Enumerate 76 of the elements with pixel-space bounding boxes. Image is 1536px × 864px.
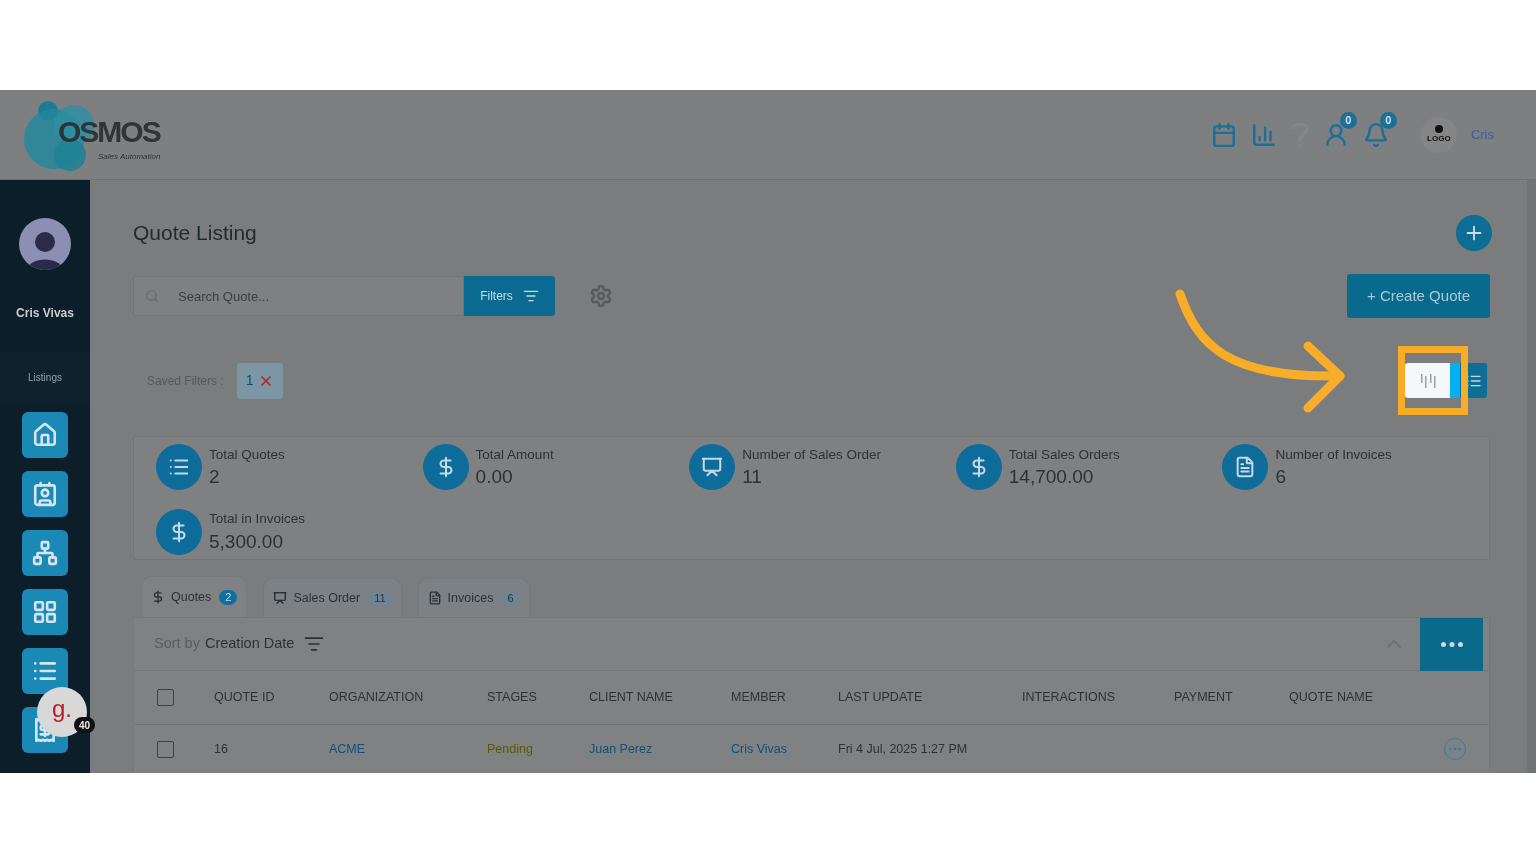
search-icon xyxy=(145,289,159,304)
chart-board-icon xyxy=(273,591,288,605)
column-header: CLIENT NAME xyxy=(589,689,674,707)
count-badge: 2 xyxy=(219,589,238,605)
search-field[interactable]: Search Quote... xyxy=(133,276,464,317)
sort-icon[interactable] xyxy=(304,634,325,654)
sitemap-icon xyxy=(32,540,58,566)
saved-filter-chip[interactable]: 1 xyxy=(236,362,283,399)
column-header: QUOTE ID xyxy=(214,689,276,707)
count-badge: 0 xyxy=(1339,111,1357,129)
count-badge: 6 xyxy=(501,590,520,606)
sidebar-nav-button[interactable] xyxy=(22,530,68,576)
stat-label: Total Sales Orders xyxy=(1008,446,1120,465)
column-header: PAYMENT xyxy=(1174,689,1234,707)
avatar-silhouette xyxy=(19,218,71,270)
column-header: STAGES xyxy=(487,689,538,707)
count-badge: 11 xyxy=(368,590,392,606)
document-icon xyxy=(427,591,442,605)
stat-label: Total Quotes xyxy=(209,446,285,465)
tab[interactable]: Invoices 6 xyxy=(417,578,530,617)
tab[interactable]: Quotes 2 xyxy=(141,576,248,617)
widget-logo-text: g. xyxy=(52,697,72,721)
sidebar-user-name: Cris Vivas xyxy=(16,305,74,322)
create-quote-button[interactable]: + Create Quote xyxy=(1347,274,1490,319)
stat-label: Number of Sales Order xyxy=(742,446,881,465)
stat-value: 2 xyxy=(209,465,221,490)
organization-link[interactable]: ACME xyxy=(329,741,366,756)
stat-value: 0.00 xyxy=(475,465,514,490)
stat-value: 11 xyxy=(742,465,763,490)
member-link[interactable]: Cris Vivas xyxy=(731,741,788,756)
client-link[interactable]: Juan Perez xyxy=(589,741,653,756)
columns-view-button[interactable] xyxy=(1405,363,1460,399)
chart-board-icon xyxy=(701,456,724,479)
more-options-button[interactable] xyxy=(1420,617,1483,671)
settings-icon[interactable] xyxy=(589,284,613,309)
page-title: Quote Listing xyxy=(133,219,257,246)
more-icon xyxy=(1440,641,1463,647)
logo-tagline: Sales Automation xyxy=(98,150,161,163)
stat-label: Number of Invoices xyxy=(1275,446,1392,465)
column-header: QUOTE NAME xyxy=(1289,689,1375,707)
filters-button[interactable]: Filters xyxy=(464,276,555,317)
grid-icon xyxy=(32,599,58,625)
chip-label: 1 xyxy=(245,371,254,391)
count-badge: 40 xyxy=(74,717,96,733)
home-icon xyxy=(32,422,58,448)
stat-value: 6 xyxy=(1275,465,1287,490)
column-header: LAST UPDATE xyxy=(838,689,924,707)
calendar-icon[interactable] xyxy=(1210,121,1237,148)
count-badge: 0 xyxy=(1379,111,1397,129)
stage-status: Pending xyxy=(487,741,533,756)
sidebar-nav-button[interactable] xyxy=(22,412,68,458)
columns-icon xyxy=(1418,373,1437,388)
column-header: MEMBER xyxy=(731,689,787,707)
select-all-checkbox[interactable] xyxy=(157,689,174,706)
sidebar-nav-button[interactable] xyxy=(22,648,68,694)
sidebar-nav-button[interactable] xyxy=(22,471,68,517)
stat-label: Total in Invoices xyxy=(209,510,306,529)
column-header: INTERACTIONS xyxy=(1022,689,1117,707)
add-button[interactable] xyxy=(1456,214,1492,251)
bar-chart-icon[interactable] xyxy=(1250,121,1277,148)
dollar-icon xyxy=(151,590,165,604)
company-logo-text: LOGO xyxy=(1427,132,1451,145)
sidebar-nav-button[interactable] xyxy=(22,589,68,635)
stat-value: 14,700.00 xyxy=(1008,465,1095,490)
contact-card-icon xyxy=(32,481,58,507)
stat-value: 5,300.00 xyxy=(209,529,284,554)
table-cell: 16 xyxy=(214,741,228,756)
column-header: ORGANIZATION xyxy=(329,689,425,707)
scrollbar[interactable] xyxy=(1527,180,1536,773)
table-cell: Fri 4 Jul, 2025 1:27 PM xyxy=(838,741,968,756)
stat-label: Total Amount xyxy=(475,446,554,465)
tab[interactable]: Sales Order 11 xyxy=(263,578,402,617)
row-checkbox[interactable] xyxy=(157,740,174,758)
highlight-frame xyxy=(1398,346,1468,416)
section-label: Listings xyxy=(28,370,62,385)
sort-field-button[interactable]: Creation Date xyxy=(204,633,295,655)
